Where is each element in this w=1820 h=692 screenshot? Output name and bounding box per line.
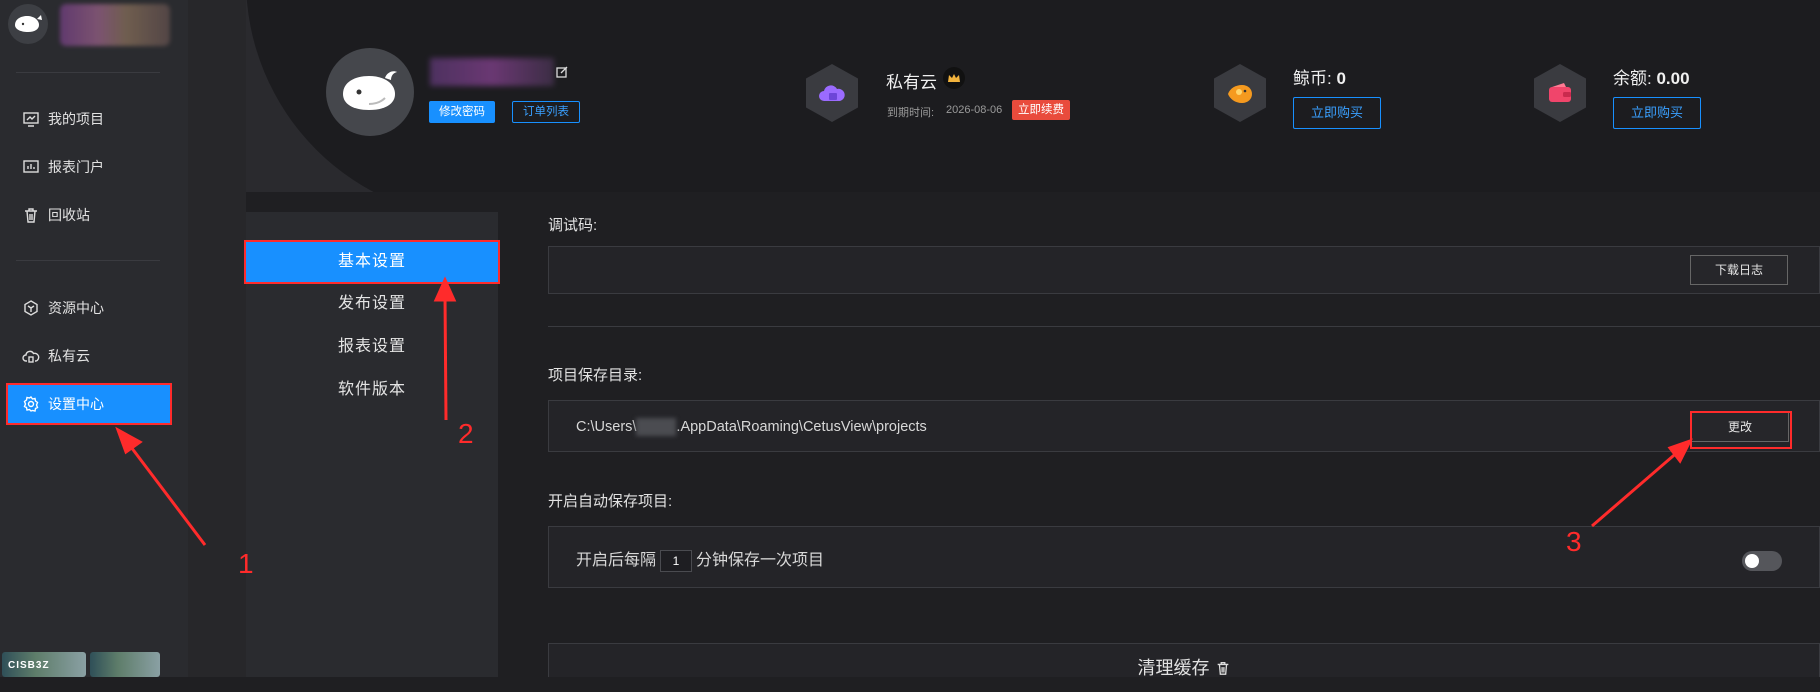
path-suffix: .AppData\Roaming\CetusView\projects <box>676 418 927 435</box>
annotation-number-1: 1 <box>238 548 254 579</box>
sidebar-item-recycle-bin[interactable]: 回收站 <box>8 196 170 234</box>
divider <box>548 326 1820 327</box>
clear-cache-button[interactable]: 清理缓存 <box>548 643 1820 678</box>
clear-cache-label: 清理缓存 <box>1137 658 1210 678</box>
private-cloud-title: 私有云 <box>886 73 937 92</box>
username-redacted <box>60 4 170 46</box>
coins-label: 鲸币: <box>1293 69 1332 88</box>
annotation-number-3: 3 <box>1566 526 1582 557</box>
submenu-publish-settings[interactable]: 发布设置 <box>246 284 498 324</box>
buy-coins-button[interactable]: 立即购买 <box>1293 97 1381 129</box>
gear-icon <box>23 396 39 412</box>
autosave-suffix: 分钟保存一次项目 <box>696 552 825 569</box>
order-list-button[interactable]: 订单列表 <box>512 101 580 123</box>
autosave-toggle[interactable] <box>1742 551 1782 571</box>
sidebar-item-private-cloud[interactable]: 私有云 <box>8 337 170 375</box>
divider <box>16 260 160 261</box>
submenu-basic-settings[interactable]: 基本设置 <box>244 240 500 284</box>
thumbnail[interactable]: CISB3Z <box>2 652 86 677</box>
sidebar-item-label: 我的项目 <box>48 111 104 127</box>
trash-icon <box>25 208 37 223</box>
sidebar-item-label: 报表门户 <box>48 159 104 175</box>
sidebar-item-settings-center[interactable]: 设置中心 <box>6 383 172 425</box>
sidebar-item-label: 设置中心 <box>48 396 104 412</box>
change-password-button[interactable]: 修改密码 <box>429 101 495 123</box>
sidebar-item-label: 私有云 <box>48 348 90 364</box>
username-redacted <box>430 58 554 86</box>
avatar[interactable] <box>326 48 414 136</box>
balance-value: 0.00 <box>1656 69 1690 88</box>
coins-value: 0 <box>1336 69 1346 88</box>
sidebar-item-label: 回收站 <box>48 207 90 223</box>
autosave-prefix: 开启后每隔 <box>576 552 657 569</box>
debug-code-panel: 下载日志 <box>548 246 1820 294</box>
annotation-box <box>1690 411 1792 449</box>
username-redacted <box>636 418 677 436</box>
monitor-chart-icon <box>23 112 39 127</box>
annotation-number-2: 2 <box>458 418 474 449</box>
thumbnail[interactable] <box>90 652 160 677</box>
balance: 余额: 0.00 <box>1613 64 1690 89</box>
trash-icon <box>1217 662 1228 675</box>
autosave-interval-input[interactable]: 1 <box>660 549 693 572</box>
save-dir-label: 项目保存目录: <box>548 367 643 384</box>
whale-logo-icon[interactable] <box>8 4 48 44</box>
submenu-software-version[interactable]: 软件版本 <box>246 370 498 410</box>
renew-button[interactable]: 立即续费 <box>1012 100 1070 120</box>
cloud-lock-icon <box>22 350 40 363</box>
sidebar-item-report-portal[interactable]: 报表门户 <box>8 148 170 186</box>
balance-label: 余额: <box>1613 69 1652 88</box>
profile-header: 修改密码 订单列表 私有云 到期时间: 2026-08-06 立即续费 鲸币: … <box>246 0 1820 192</box>
cube-icon <box>24 300 38 316</box>
submenu-report-settings[interactable]: 报表设置 <box>246 327 498 367</box>
sidebar: 我的项目 报表门户 回收站 资源中心 私有云 设置中心 CISB3Z <box>0 0 188 677</box>
download-log-button[interactable]: 下载日志 <box>1690 255 1788 285</box>
buy-balance-button[interactable]: 立即购买 <box>1613 97 1701 129</box>
expire-date: 2026-08-06 <box>946 104 1003 116</box>
coins-balance: 鲸币: 0 <box>1293 64 1346 89</box>
autosave-description: 开启后每隔 1 分钟保存一次项目 <box>576 546 824 572</box>
crown-icon <box>943 67 965 89</box>
save-dir-path: C:\Users\ .AppData\Roaming\CetusView\proj… <box>576 418 927 436</box>
debug-code-label: 调试码: <box>548 217 598 234</box>
autosave-label: 开启自动保存项目: <box>548 493 673 510</box>
thumbnail-label: CISB3Z <box>8 660 50 671</box>
dashboard-icon <box>23 160 39 173</box>
sidebar-item-my-projects[interactable]: 我的项目 <box>8 100 170 138</box>
sidebar-item-resource-center[interactable]: 资源中心 <box>8 289 170 327</box>
path-prefix: C:\Users\ <box>576 418 637 435</box>
divider <box>16 72 160 73</box>
sidebar-item-label: 资源中心 <box>48 300 104 316</box>
edit-icon[interactable] <box>556 66 568 78</box>
expire-label: 到期时间: <box>887 107 935 119</box>
